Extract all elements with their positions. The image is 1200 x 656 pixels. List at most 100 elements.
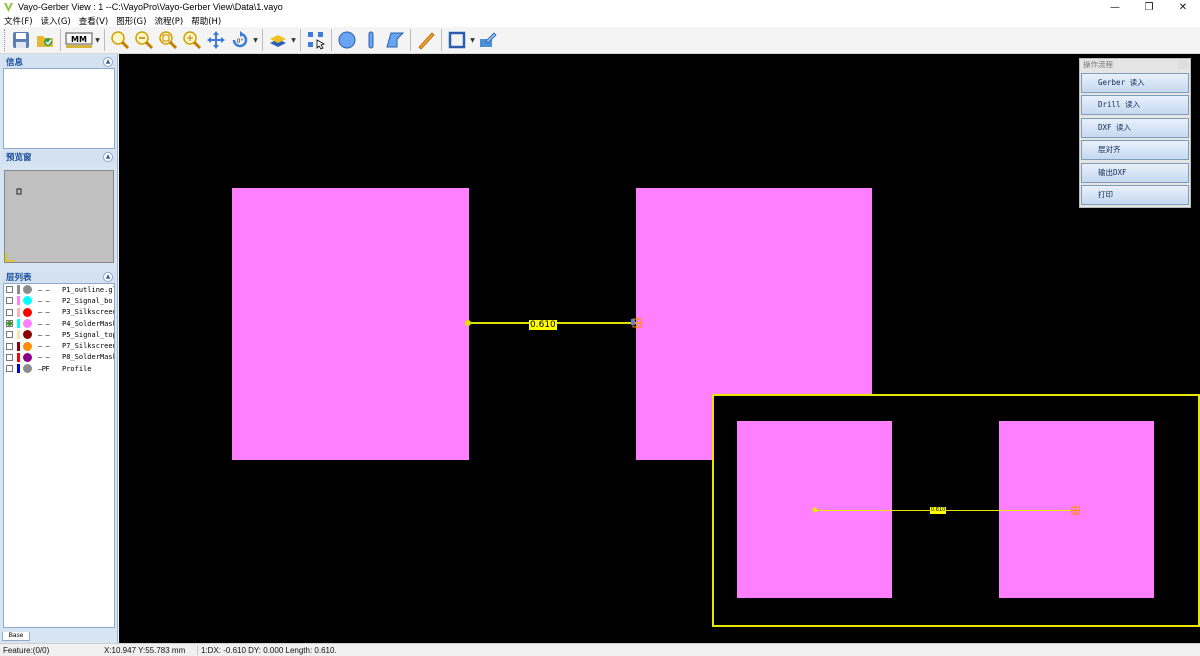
layer-row[interactable]: —PF Profile [4, 363, 114, 374]
status-bar: Feature:(0/0) X:10.947 Y:55.783 mm 1:DX:… [0, 643, 1200, 656]
zoom-out-icon[interactable] [132, 28, 156, 52]
layer-color-dot[interactable] [23, 319, 32, 329]
preview-panel-title: 预览窗 [6, 153, 32, 163]
layer-color-dot[interactable] [23, 307, 32, 317]
pad-left[interactable] [232, 188, 469, 460]
layer-visibility-checkbox[interactable] [6, 320, 13, 328]
title-bar: Vayo-Gerber View : 1 --C:\VayoPro\Vayo-G… [0, 0, 1200, 14]
toolbar-separator [60, 29, 61, 51]
layer-visibility-checkbox[interactable] [6, 342, 13, 350]
layer-name[interactable]: P3_Silkscreen [62, 308, 114, 316]
svg-text:0°: 0° [237, 38, 244, 45]
zoom-fit-icon[interactable] [180, 28, 204, 52]
collapse-icon[interactable]: ▲ [103, 57, 113, 67]
circle-icon[interactable] [335, 28, 359, 52]
select-icon[interactable] [304, 28, 328, 52]
layer-align-button[interactable]: 层对齐 [1081, 140, 1189, 160]
open-icon[interactable] [33, 28, 57, 52]
layer-visibility-checkbox[interactable] [6, 308, 13, 316]
layer-color-bar[interactable] [17, 285, 20, 295]
restore-button[interactable]: ❐ [1132, 0, 1166, 14]
preview-panel-header[interactable]: 预览窗 ▲ [2, 151, 116, 163]
layer-row[interactable]: — — P5_Signal_top [4, 329, 114, 340]
layer-type: — — [38, 319, 50, 328]
dxf-import-button[interactable]: DXF 读入 [1081, 117, 1189, 138]
layer-color-bar[interactable] [17, 341, 20, 351]
export-icon[interactable] [476, 28, 500, 52]
zoom-in-icon[interactable] [108, 28, 132, 52]
layers-panel-header[interactable]: 层列表 ▲ [2, 271, 116, 283]
drill-import-button[interactable]: Drill 读入 [1081, 95, 1189, 115]
layer-color-bar[interactable] [17, 352, 20, 362]
layer-visibility-checkbox[interactable] [6, 331, 13, 339]
layer-type: —PF [38, 364, 50, 373]
layer-name[interactable]: P1_outline.gl [62, 286, 114, 294]
menu-import[interactable]: 读入(G) [37, 15, 75, 27]
layer-row[interactable]: — — P1_outline.gl [4, 284, 114, 295]
toolbar-separator [262, 29, 263, 51]
layer-color-bar[interactable] [17, 319, 20, 329]
drawing-canvas[interactable]: 0.610 0.610 操作流程 Gerber 读入 Drill 读入 DXF [119, 54, 1200, 643]
layer-color-dot[interactable] [23, 285, 32, 295]
layer-row[interactable]: — — P2_Signal_bo [4, 295, 114, 306]
measure-icon[interactable] [414, 28, 438, 52]
layer-row[interactable]: — — P7_Silkscreen [4, 340, 114, 351]
menu-file[interactable]: 文件(F) [0, 15, 37, 27]
layer-name[interactable]: Profile [62, 365, 114, 373]
layer-color-dot[interactable] [23, 330, 32, 340]
menu-help[interactable]: 帮助(H) [187, 15, 225, 27]
toolbar: MM ▼ 0° ▼ ▼ ▼ [0, 27, 1200, 54]
polygon-icon[interactable] [383, 28, 407, 52]
layer-color-bar[interactable] [17, 307, 20, 317]
layer-color-dot[interactable] [23, 352, 32, 362]
zoom-window-icon[interactable] [156, 28, 180, 52]
line-icon[interactable] [359, 28, 383, 52]
layer-color-dot[interactable] [23, 296, 32, 306]
gerber-import-button[interactable]: Gerber 读入 [1081, 72, 1189, 93]
layer-icon[interactable] [266, 28, 290, 52]
info-panel-header[interactable]: 信息 ▲ [2, 56, 116, 68]
close-button[interactable]: ✕ [1166, 0, 1200, 14]
layer-color-bar[interactable] [17, 296, 20, 306]
menu-graphics[interactable]: 图形(G) [112, 15, 150, 27]
rotate-icon[interactable]: 0° [228, 28, 252, 52]
menu-process[interactable]: 流程(P) [150, 15, 187, 27]
menu-view[interactable]: 查看(V) [75, 15, 112, 27]
magnifier-window: 0.610 [712, 394, 1200, 627]
layer-row[interactable]: — — P3_Silkscreen [4, 307, 114, 318]
pan-icon[interactable] [204, 28, 228, 52]
print-button[interactable]: 打印 [1081, 185, 1189, 205]
units-dropdown-icon[interactable]: ▼ [94, 37, 101, 44]
rotate-dropdown-icon[interactable]: ▼ [252, 37, 259, 44]
toolbar-grip[interactable] [4, 29, 7, 51]
tab-base[interactable]: Base [2, 632, 30, 641]
layer-name[interactable]: P5_Signal_top [62, 331, 114, 339]
layer-color-bar[interactable] [17, 364, 20, 374]
layer-name[interactable]: P4_SolderMask [62, 320, 114, 328]
layer-color-dot[interactable] [23, 364, 32, 374]
layer-name[interactable]: P7_Silkscreen [62, 342, 114, 350]
layer-visibility-checkbox[interactable] [6, 365, 13, 373]
save-icon[interactable] [9, 28, 33, 52]
layer-visibility-checkbox[interactable] [6, 286, 13, 294]
preview-panel[interactable] [4, 170, 114, 263]
app-window: Vayo-Gerber View : 1 --C:\VayoPro\Vayo-G… [0, 0, 1200, 656]
export-dxf-button[interactable]: 输出DXF [1081, 162, 1189, 183]
layer-visibility-checkbox[interactable] [6, 297, 13, 305]
layer-name[interactable]: P8_SolderMask [62, 353, 114, 361]
rectangle-icon[interactable] [445, 28, 469, 52]
layer-color-dot[interactable] [23, 341, 32, 351]
minimize-button[interactable]: — [1098, 0, 1132, 14]
layer-color-bar[interactable] [17, 330, 20, 340]
layer-row[interactable]: — — P8_SolderMask [4, 352, 114, 363]
rectangle-dropdown-icon[interactable]: ▼ [469, 37, 476, 44]
layer-visibility-checkbox[interactable] [6, 353, 13, 361]
toolbar-separator [300, 29, 301, 51]
collapse-icon[interactable]: ▲ [103, 152, 113, 162]
process-panel-close-icon[interactable] [1178, 60, 1188, 69]
layer-dropdown-icon[interactable]: ▼ [290, 37, 297, 44]
collapse-icon[interactable]: ▲ [103, 272, 113, 282]
layer-row[interactable]: — — P4_SolderMask [4, 318, 114, 329]
units-mm-icon[interactable]: MM [64, 28, 94, 52]
layer-name[interactable]: P2_Signal_bo [62, 297, 114, 305]
